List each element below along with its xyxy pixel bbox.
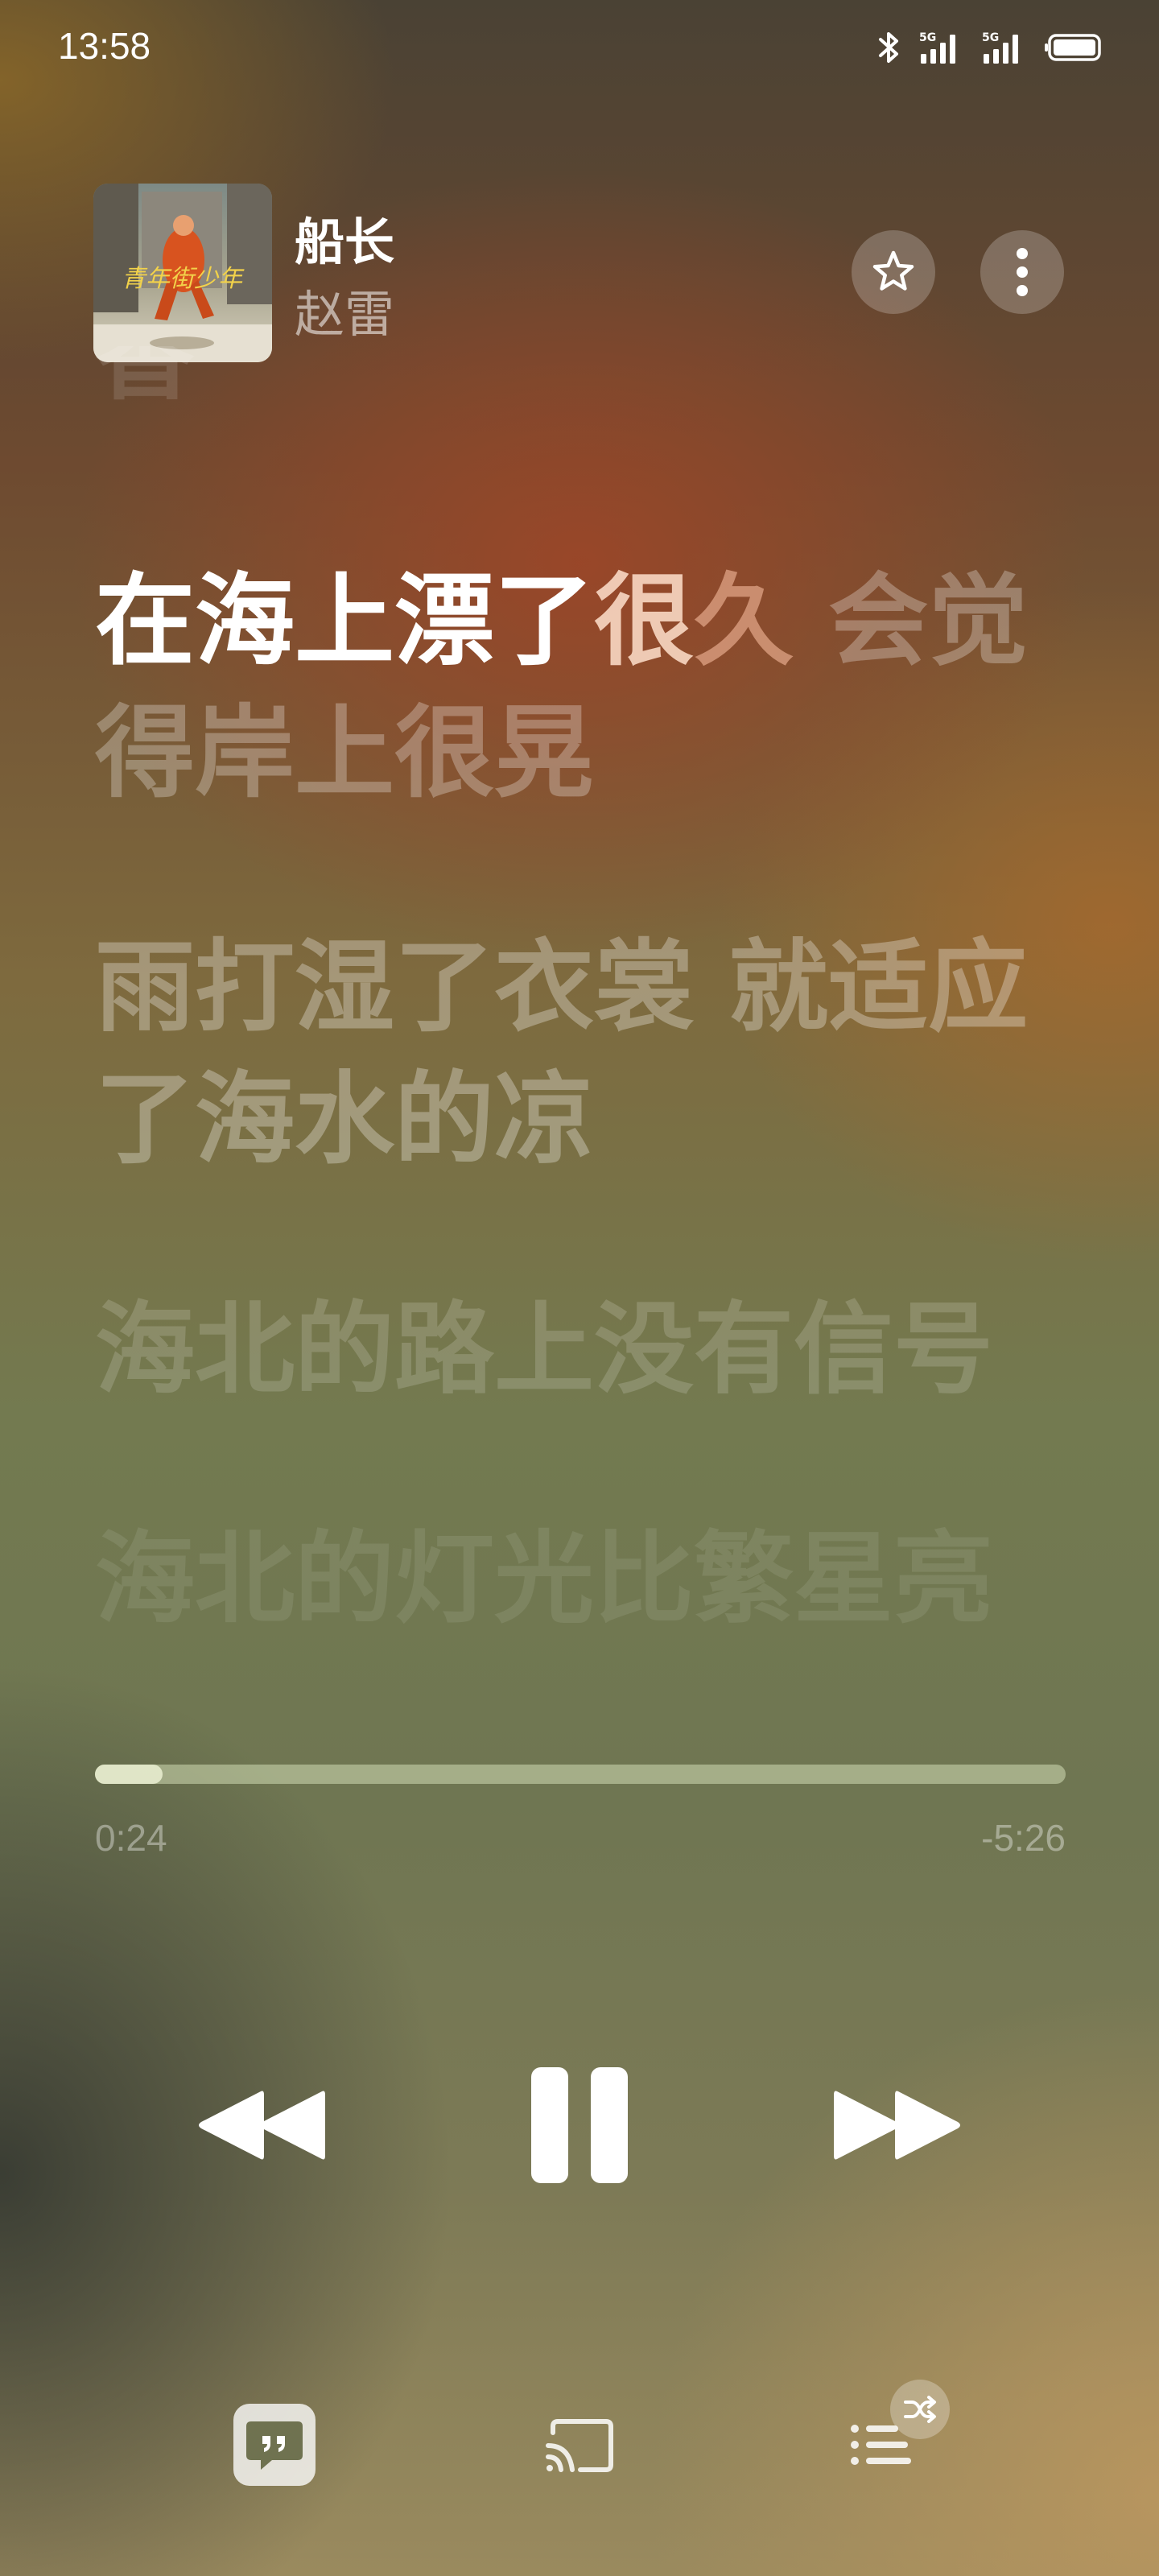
artist-name[interactable]: 赵雷: [295, 274, 394, 346]
lyric-line-next-2[interactable]: 海北的路上没有信号: [95, 1284, 1061, 1416]
time-elapsed: 0:24: [95, 1817, 167, 1859]
time-remaining: -5:26: [981, 1817, 1066, 1859]
favorite-button[interactable]: [852, 230, 935, 314]
album-cover-image: 青年街少年: [93, 184, 272, 362]
lyrics-toggle-button[interactable]: [232, 2402, 317, 2487]
shuffle-icon: [904, 2396, 936, 2423]
lyric-line-current[interactable]: 在海上漂了很久 会觉得岸上很晃: [95, 555, 1061, 819]
lyric-line-previous[interactable]: 香: [95, 346, 1061, 443]
cast-button[interactable]: [539, 2407, 620, 2484]
shuffle-badge[interactable]: [890, 2380, 950, 2439]
status-time: 13:58: [58, 25, 151, 67]
pause-button[interactable]: [515, 2061, 644, 2190]
pause-icon: [531, 2067, 628, 2183]
lyric-fading-text: 很: [594, 564, 695, 679]
signal-5g-icon: 5G: [982, 31, 1018, 64]
album-art[interactable]: 青年街少年: [93, 184, 272, 362]
progress-fill: [95, 1765, 163, 1784]
bluetooth-icon: [879, 32, 898, 63]
status-bar: 13:58 5G 5G: [0, 0, 1159, 97]
fast-forward-button[interactable]: [821, 2077, 974, 2174]
status-icons: 5G 5G: [877, 27, 1103, 68]
fast-forward-icon: [834, 2091, 960, 2160]
cast-icon: [546, 2419, 613, 2472]
lyric-line-next-3[interactable]: 海北的灯光比繁星亮: [95, 1513, 1061, 1645]
progress-bar[interactable]: [95, 1765, 1066, 1784]
star-icon: [872, 250, 914, 291]
rewind-button[interactable]: [185, 2077, 338, 2174]
svg-text:5G: 5G: [919, 31, 936, 44]
lyric-line-next[interactable]: 雨打湿了衣裳 就适应了海水的凉: [95, 922, 1061, 1186]
more-options-button[interactable]: [980, 230, 1064, 314]
rewind-icon: [199, 2091, 325, 2160]
signal-5g-icon: 5G: [919, 31, 955, 64]
lyric-fading-text-2: 久: [694, 564, 794, 679]
lyrics-quote-icon: [233, 2404, 316, 2486]
svg-text:5G: 5G: [982, 31, 999, 44]
lyric-sung-text: 在海上漂了: [95, 564, 595, 679]
battery-icon: [1045, 34, 1101, 61]
svg-text:青年街少年: 青年街少年: [122, 265, 245, 293]
song-title: 船长: [295, 213, 395, 271]
more-vertical-icon: [1017, 248, 1028, 296]
